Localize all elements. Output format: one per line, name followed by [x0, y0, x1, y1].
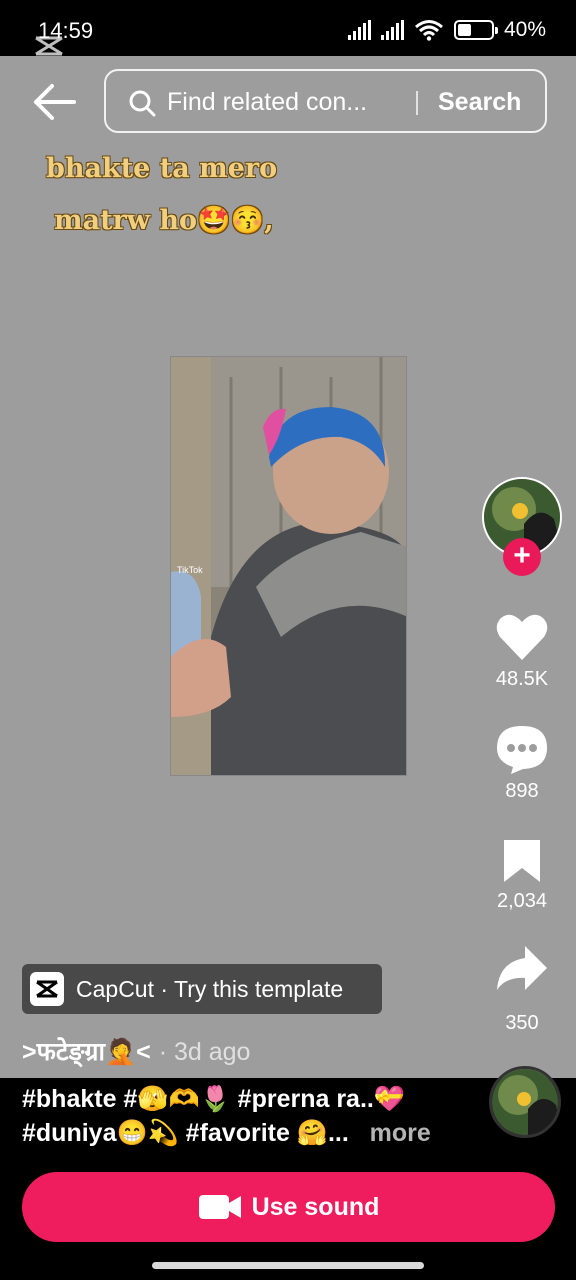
post-time: · 3d ago	[158, 1038, 251, 1066]
share-icon	[497, 946, 547, 990]
author-line: >फटेङ्ग्रा🤦< · 3d ago	[22, 1034, 250, 1068]
wifi-icon	[415, 20, 443, 41]
video-overlay-text: bhakte ta mero matrw ho🤩😚,	[46, 143, 346, 247]
bookmark-button[interactable]: 2,034	[482, 838, 562, 913]
share-button[interactable]: 350	[482, 944, 562, 1035]
home-indicator[interactable]	[152, 1262, 424, 1269]
capcut-template-label: CapCut · Try this template	[76, 976, 344, 1002]
bookmark-count: 2,034	[496, 890, 548, 912]
capcut-logo-icon	[30, 972, 64, 1006]
tiktok-watermark: TikTok	[177, 565, 203, 575]
comment-icon	[497, 726, 547, 774]
video-thumbnail: TikTok	[170, 356, 407, 776]
search-icon	[129, 90, 156, 117]
search-input[interactable]: Find related con...	[167, 88, 397, 117]
battery-percent: 40%	[503, 18, 546, 41]
caption-line-2: #duniya😁💫 #favorite 🤗... more	[22, 1116, 472, 1150]
comment-count: 898	[505, 780, 539, 802]
search-divider	[416, 91, 418, 115]
caption: #bhakte #🫣🫶🌷 #prerna ra..💝 #duniya😁💫 #fa…	[22, 1082, 472, 1150]
status-bar: 14:59 40%	[0, 0, 576, 56]
back-arrow-icon[interactable]	[30, 80, 80, 124]
capcut-template-banner[interactable]: CapCut · Try this template	[22, 964, 382, 1014]
more-link[interactable]: more	[370, 1119, 431, 1147]
like-button[interactable]: 48.5K	[482, 612, 562, 691]
caption-line-1[interactable]: #bhakte #🫣🫶🌷 #prerna ra..💝	[22, 1082, 472, 1116]
use-sound-label: Use sound	[251, 1192, 380, 1221]
comment-button[interactable]: 898	[482, 724, 562, 803]
status-icons: 40%	[347, 18, 546, 42]
heart-icon	[496, 614, 548, 660]
search-button[interactable]: Search	[438, 88, 521, 117]
overlay-line-2: matrw ho🤩😚,	[54, 205, 274, 236]
use-sound-button[interactable]: Use sound	[22, 1172, 555, 1242]
like-count: 48.5K	[495, 668, 549, 690]
signal-icon	[380, 20, 404, 40]
battery-icon	[453, 20, 498, 40]
overlay-line-1: bhakte ta mero	[46, 153, 278, 184]
video-image: TikTok	[171, 357, 406, 775]
share-count: 350	[505, 1012, 539, 1034]
video-camera-icon	[198, 1195, 241, 1219]
music-disc[interactable]	[489, 1066, 561, 1138]
follow-button[interactable]: +	[503, 538, 541, 576]
search-bar[interactable]: Find related con... Search	[104, 69, 547, 133]
author-name[interactable]: >फटेङ्ग्रा🤦<	[22, 1038, 151, 1066]
caption-line-2-text[interactable]: #duniya😁💫 #favorite 🤗...	[22, 1119, 349, 1147]
bookmark-icon	[504, 840, 540, 882]
signal-icon	[347, 20, 371, 40]
